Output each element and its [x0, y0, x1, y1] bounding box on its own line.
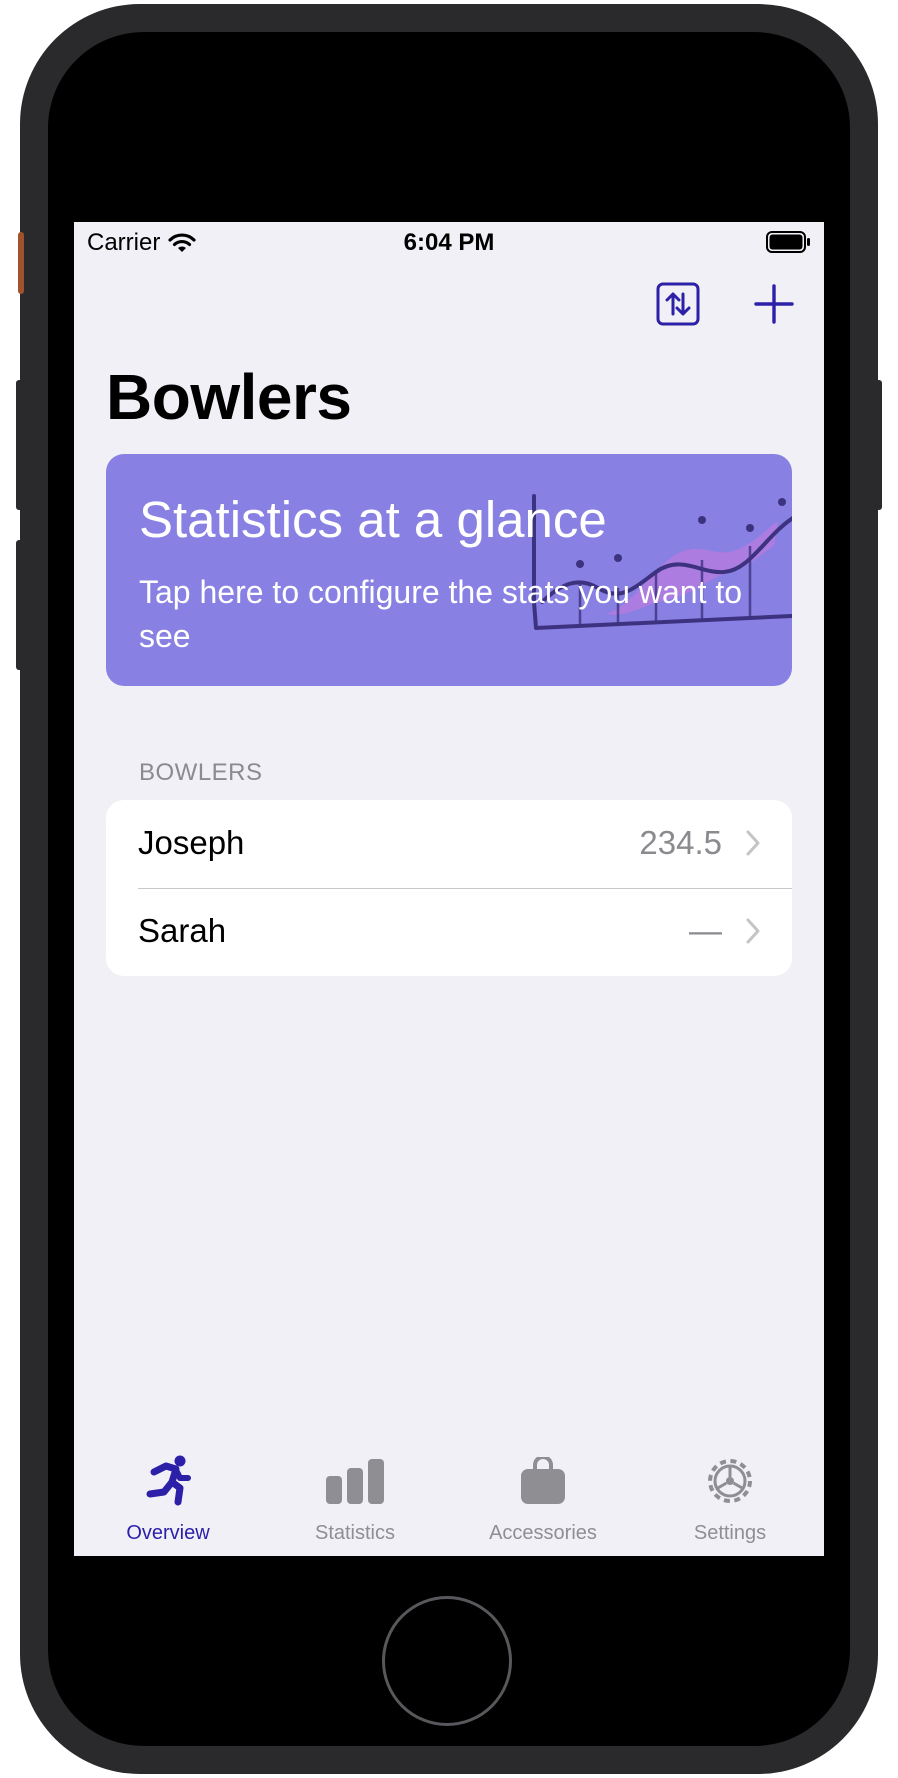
add-bowler-button[interactable] — [754, 284, 794, 324]
statistics-banner[interactable]: Statistics at a glance Tap here to confi… — [106, 454, 792, 686]
section-header-bowlers: BOWLERS — [139, 759, 263, 786]
bowler-name: Sarah — [138, 912, 227, 949]
chevron-right-icon — [746, 918, 760, 944]
home-button[interactable] — [382, 1596, 512, 1726]
volume-down-button — [16, 540, 24, 670]
list-item-bowler[interactable]: Sarah — — [106, 888, 792, 976]
battery-icon — [766, 231, 810, 253]
tab-accessories[interactable]: Accessories — [449, 1442, 637, 1556]
tab-bar: Overview Statistics Accessories Settings — [74, 1442, 824, 1556]
power-button — [874, 380, 882, 510]
bowler-name: Joseph — [138, 824, 245, 861]
bag-icon — [521, 1457, 565, 1504]
tab-label: Overview — [126, 1522, 210, 1544]
mute-switch — [18, 232, 24, 294]
banner-title: Statistics at a glance — [139, 491, 607, 548]
bowlers-list: Joseph 234.5 Sarah — — [106, 800, 792, 976]
sort-swap-icon — [656, 282, 700, 326]
page-title: Bowlers — [106, 361, 352, 433]
bar-chart-icon — [326, 1459, 384, 1504]
bowler-average: — — [689, 912, 722, 949]
running-person-icon — [146, 1455, 191, 1506]
bowler-average: 234.5 — [639, 824, 722, 861]
tab-statistics[interactable]: Statistics — [261, 1442, 449, 1556]
list-item-bowler[interactable]: Joseph 234.5 — [106, 800, 792, 888]
tab-label: Accessories — [489, 1522, 597, 1544]
banner-subtitle: Tap here to configure the stats you want… — [139, 574, 743, 654]
volume-up-button — [16, 380, 24, 510]
tab-settings[interactable]: Settings — [636, 1442, 824, 1556]
status-time: 6:04 PM — [403, 229, 495, 256]
sort-swap-button[interactable] — [656, 282, 700, 326]
app-screen: Carrier 6:04 PM Bowlers Statistics at a … — [74, 222, 824, 1556]
tab-label: Settings — [693, 1522, 767, 1544]
tab-label: Statistics — [314, 1522, 396, 1544]
status-bar: Carrier 6:04 PM — [74, 222, 824, 264]
gear-icon — [708, 1459, 752, 1503]
chevron-right-icon — [746, 830, 760, 856]
plus-icon — [754, 284, 794, 324]
tab-overview[interactable]: Overview — [74, 1442, 262, 1556]
